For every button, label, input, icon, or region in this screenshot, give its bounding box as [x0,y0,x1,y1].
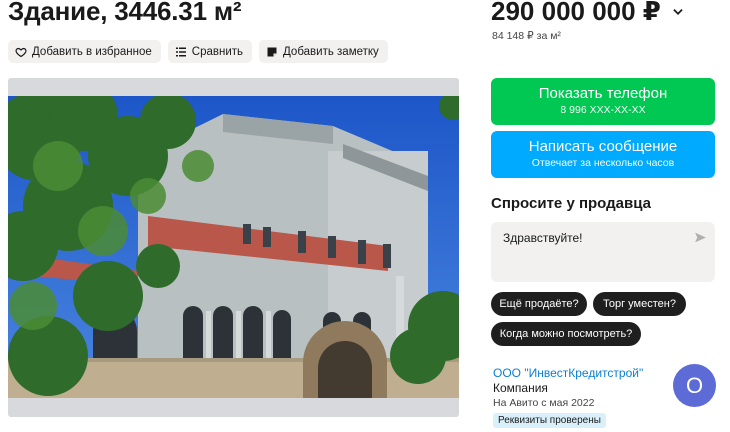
price: 290 000 000 ₽ [491,0,685,27]
chevron-down-icon[interactable] [671,5,685,19]
show-phone-label: Показать телефон [538,85,668,102]
photo-gallery[interactable] [8,78,459,417]
phone-masked: 8 996 XXX-XX-XX [560,104,646,116]
seller-type: Компания [493,381,548,395]
compare-button[interactable]: Сравнить [167,40,253,63]
add-to-favorites-label: Добавить в избранное [32,45,152,58]
message-input-value[interactable]: Здравствуйте! [503,231,583,245]
add-note-button[interactable]: Добавить заметку [259,40,388,63]
compare-icon [175,47,186,56]
listing-photo[interactable] [8,96,459,398]
heart-icon [15,47,27,57]
listing-title: Здание, 3446.31 м² [8,0,242,26]
listing-actions: Добавить в избранное Сравнить Добавить з… [8,40,388,63]
message-input[interactable]: Здравствуйте! [491,222,715,282]
note-icon [267,47,277,56]
quick-question-bargain[interactable]: Торг уместен? [593,292,686,316]
write-message-label: Написать сообщение [528,138,678,155]
price-per-sqm: 84 148 ₽ за м² [492,30,561,42]
add-to-favorites-button[interactable]: Добавить в избранное [8,40,161,63]
add-note-label: Добавить заметку [283,45,379,58]
quick-question-still-selling[interactable]: Ещё продаёте? [491,292,587,316]
send-icon[interactable] [694,231,707,244]
verified-badge: Реквизиты проверены [493,413,606,428]
seller-name-link[interactable]: ООО "ИнвестКредитстрой" [493,366,643,380]
compare-label: Сравнить [191,45,244,58]
price-value: 290 000 000 ₽ [491,0,661,26]
seller-since: На Авито с мая 2022 [493,397,595,409]
response-time: Отвечает за несколько часов [531,157,675,169]
ask-seller-title: Спросите у продавца [491,195,651,212]
seller-avatar[interactable]: О [673,364,716,407]
quick-question-viewing[interactable]: Когда можно посмотреть? [491,322,641,346]
show-phone-button[interactable]: Показать телефон 8 996 XXX-XX-XX [491,78,715,125]
write-message-button[interactable]: Написать сообщение Отвечает за несколько… [491,131,715,178]
